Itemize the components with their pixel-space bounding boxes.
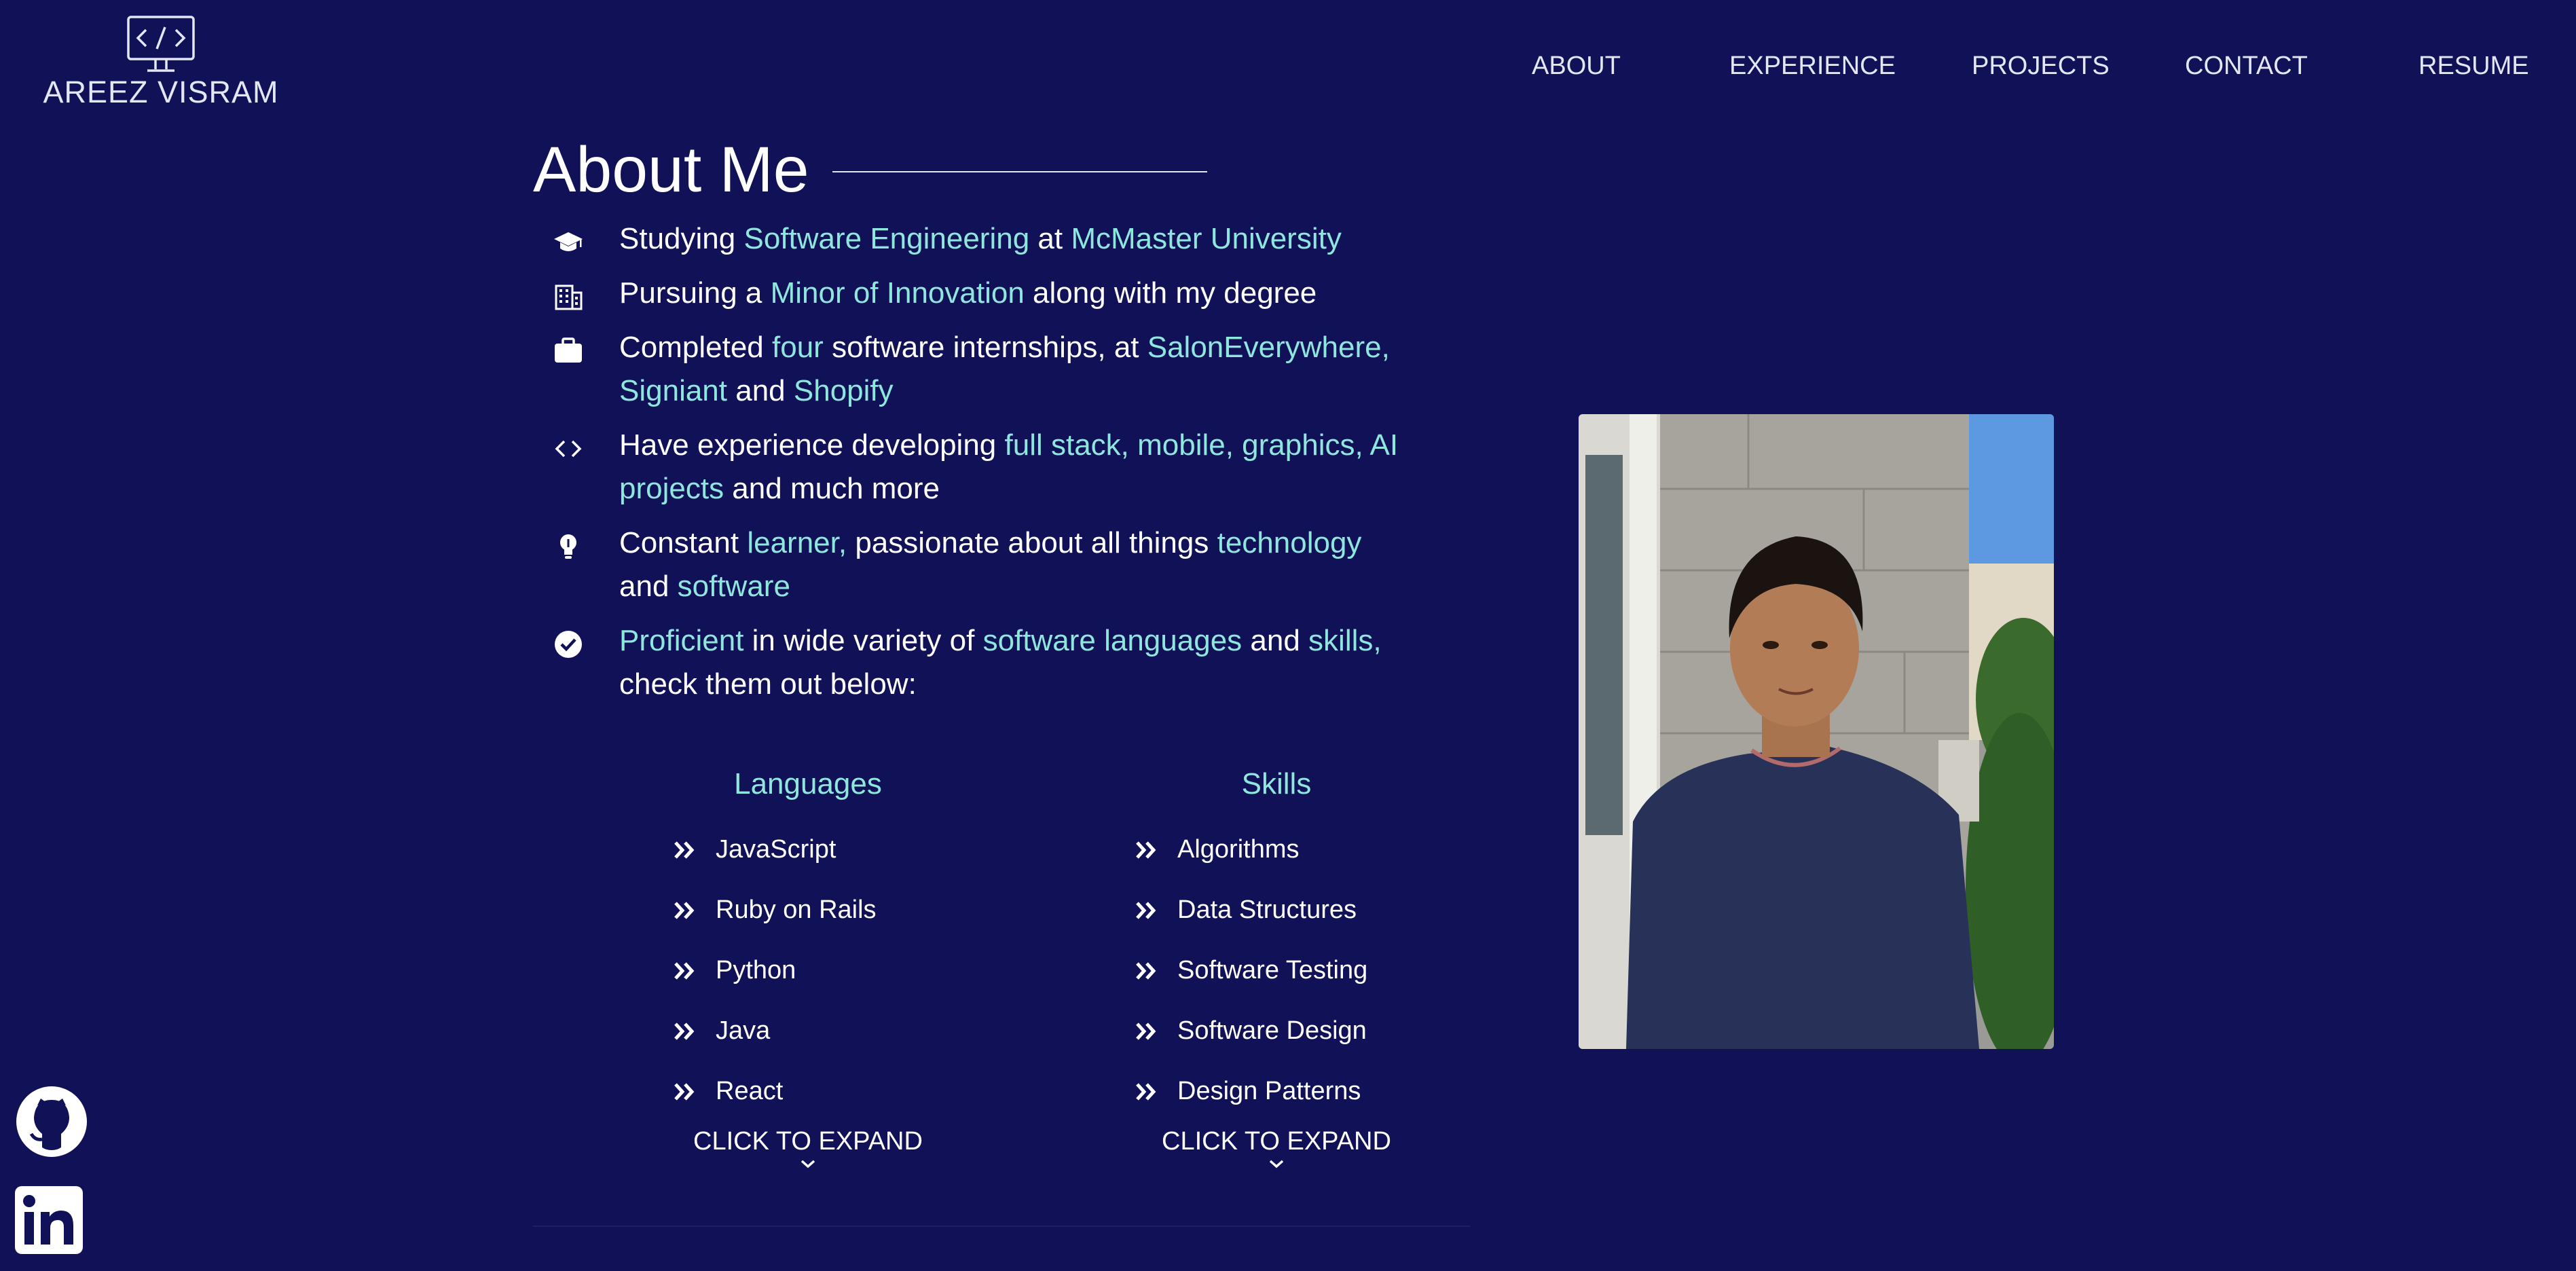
nav-experience[interactable]: EXPERIENCE bbox=[1729, 52, 1896, 81]
languages-column: Languages JavaScript Ruby on Rails Pytho… bbox=[618, 764, 998, 1168]
language-item: JavaScript bbox=[672, 819, 998, 880]
code-monitor-icon bbox=[127, 16, 195, 72]
linkedin-icon bbox=[15, 1186, 83, 1254]
lightbulb-icon bbox=[560, 534, 576, 559]
double-chevron-right-icon bbox=[674, 901, 695, 919]
fact-text: Have experience developing full stack, m… bbox=[619, 428, 1399, 505]
fact-item: Pursuing a Minor of Innovation along wit… bbox=[553, 272, 1470, 315]
fact-item: Proficient in wide variety of software l… bbox=[553, 619, 1470, 706]
fact-item: Completed four software internships, at … bbox=[553, 326, 1470, 413]
double-chevron-right-icon bbox=[1136, 1082, 1156, 1101]
language-item: Java bbox=[672, 1001, 998, 1061]
about-section: About Me Studying Software Engineering a… bbox=[533, 129, 1470, 1227]
title-divider bbox=[832, 171, 1207, 172]
skill-item: Software Design bbox=[1134, 1001, 1467, 1061]
github-link[interactable] bbox=[15, 1085, 88, 1162]
double-chevron-right-icon bbox=[1136, 961, 1156, 980]
chevron-down-icon bbox=[801, 1160, 815, 1168]
about-title: About Me bbox=[533, 133, 809, 206]
double-chevron-right-icon bbox=[1136, 901, 1156, 919]
skill-item: Data Structures bbox=[1134, 880, 1467, 940]
nav-resume[interactable]: RESUME bbox=[2418, 52, 2529, 81]
building-icon bbox=[555, 284, 583, 310]
language-item: React bbox=[672, 1061, 998, 1122]
fact-text: Completed four software internships, at … bbox=[619, 331, 1390, 407]
linkedin-link[interactable] bbox=[15, 1186, 83, 1257]
skill-item: Software Testing bbox=[1134, 940, 1467, 1001]
double-chevron-right-icon bbox=[674, 1082, 695, 1101]
double-chevron-right-icon bbox=[674, 1022, 695, 1040]
fact-item: Have experience developing full stack, m… bbox=[553, 424, 1470, 511]
skill-item: Design Patterns bbox=[1134, 1061, 1467, 1122]
code-brackets-icon bbox=[555, 440, 582, 458]
languages-skills-section: Languages JavaScript Ruby on Rails Pytho… bbox=[533, 764, 1470, 1271]
check-circle-icon bbox=[555, 631, 582, 658]
skills-heading: Skills bbox=[1241, 767, 1312, 800]
skills-expand-button[interactable]: CLICK TO EXPAND bbox=[1086, 1127, 1467, 1168]
site-name: AREEZ VISRAM bbox=[43, 75, 279, 109]
skill-item: Algorithms bbox=[1134, 819, 1467, 880]
fact-text: Pursuing a Minor of Innovation along wit… bbox=[619, 276, 1317, 310]
double-chevron-right-icon bbox=[1136, 841, 1156, 859]
double-chevron-right-icon bbox=[674, 961, 695, 980]
languages-heading: Languages bbox=[734, 767, 882, 800]
fact-text: Proficient in wide variety of software l… bbox=[619, 624, 1382, 701]
about-facts-list: Studying Software Engineering at McMaste… bbox=[553, 217, 1470, 706]
fact-item: Constant learner, passionate about all t… bbox=[553, 521, 1470, 608]
portrait-illustration bbox=[1579, 414, 2054, 1049]
top-navigation: ABOUT EXPERIENCE PROJECTS CONTACT RESUME bbox=[1494, 52, 2576, 86]
chevron-down-icon bbox=[1269, 1160, 1284, 1168]
github-icon bbox=[16, 1086, 87, 1157]
fact-item: Studying Software Engineering at McMaste… bbox=[553, 217, 1470, 261]
nav-about[interactable]: ABOUT bbox=[1532, 52, 1621, 81]
graduation-cap-icon bbox=[554, 232, 583, 251]
skills-list: Algorithms Data Structures Software Test… bbox=[1134, 819, 1467, 1122]
portrait-photo bbox=[1579, 414, 2054, 1049]
section-bottom-divider bbox=[533, 1226, 1470, 1227]
languages-list: JavaScript Ruby on Rails Python Java Rea… bbox=[672, 819, 998, 1122]
nav-projects[interactable]: PROJECTS bbox=[1972, 52, 2110, 81]
double-chevron-right-icon bbox=[674, 841, 695, 859]
skills-column: Skills Algorithms Data Structures Softwa… bbox=[1086, 764, 1467, 1168]
nav-contact[interactable]: CONTACT bbox=[2185, 52, 2308, 81]
language-item: Ruby on Rails bbox=[672, 880, 998, 940]
fact-text: Studying Software Engineering at McMaste… bbox=[619, 222, 1342, 255]
fact-text: Constant learner, passionate about all t… bbox=[619, 526, 1362, 603]
language-item: Python bbox=[672, 940, 998, 1001]
briefcase-icon bbox=[555, 337, 582, 363]
double-chevron-right-icon bbox=[1136, 1022, 1156, 1040]
site-logo[interactable]: AREEZ VISRAM bbox=[38, 15, 284, 110]
languages-expand-button[interactable]: CLICK TO EXPAND bbox=[618, 1127, 998, 1168]
